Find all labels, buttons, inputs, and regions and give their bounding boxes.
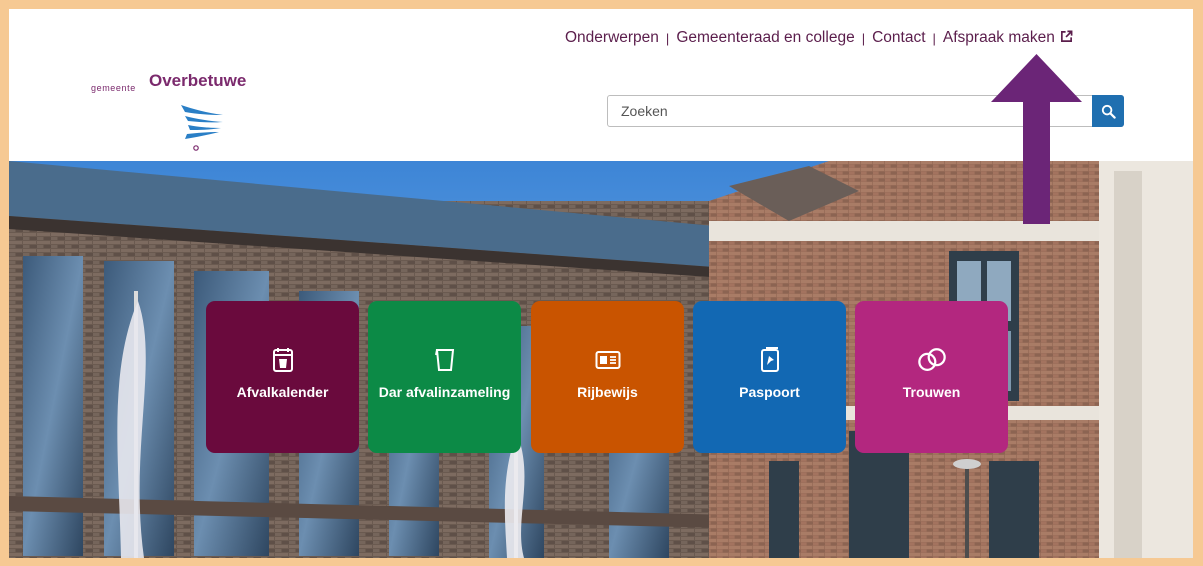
nav-link-afspraak-maken[interactable]: Afspraak maken xyxy=(943,29,1073,47)
tile-label: Afvalkalender xyxy=(236,384,329,400)
passport-icon xyxy=(755,345,785,375)
tile-trouwen[interactable]: Trouwen xyxy=(855,301,1008,453)
nav-link-afspraak-label: Afspraak maken xyxy=(942,29,1055,46)
waste-bin-calendar-icon xyxy=(268,345,298,375)
nav-link-gemeenteraad[interactable]: Gemeenteraad en college xyxy=(676,29,854,47)
tile-label: Rijbewijs xyxy=(577,384,638,400)
search-icon xyxy=(1101,104,1116,119)
tile-dar-afvalinzameling[interactable]: Dar afvalinzameling xyxy=(368,301,521,453)
page-frame: Onderwerpen | Gemeenteraad en college | … xyxy=(9,9,1193,558)
search-button[interactable] xyxy=(1092,95,1124,127)
waste-container-icon xyxy=(430,345,460,375)
tile-label: Trouwen xyxy=(902,384,961,400)
tile-rijbewijs[interactable]: Rijbewijs xyxy=(531,301,684,453)
nav-separator: | xyxy=(932,30,936,46)
logo-prefix: gemeente xyxy=(91,83,136,93)
external-link-icon xyxy=(1060,30,1073,42)
wedding-rings-icon xyxy=(917,345,947,375)
logo-mark-icon xyxy=(181,105,223,151)
municipality-logo[interactable]: gemeente Overbetuwe xyxy=(91,71,281,151)
nav-link-onderwerpen[interactable]: Onderwerpen xyxy=(565,29,659,47)
nav-link-contact[interactable]: Contact xyxy=(872,29,925,47)
tile-label: Paspoort xyxy=(739,384,800,400)
pointer-arrow-icon xyxy=(991,54,1082,224)
top-navigation: Onderwerpen | Gemeenteraad en college | … xyxy=(565,26,1073,50)
tile-label: Dar afvalinzameling xyxy=(378,384,511,400)
tile-afvalkalender[interactable]: Afvalkalender xyxy=(206,301,359,453)
logo-name: Overbetuwe xyxy=(149,71,247,90)
driving-license-icon xyxy=(593,345,623,375)
nav-separator: | xyxy=(665,30,670,46)
nav-separator: | xyxy=(861,30,866,46)
tile-paspoort[interactable]: Paspoort xyxy=(693,301,846,453)
